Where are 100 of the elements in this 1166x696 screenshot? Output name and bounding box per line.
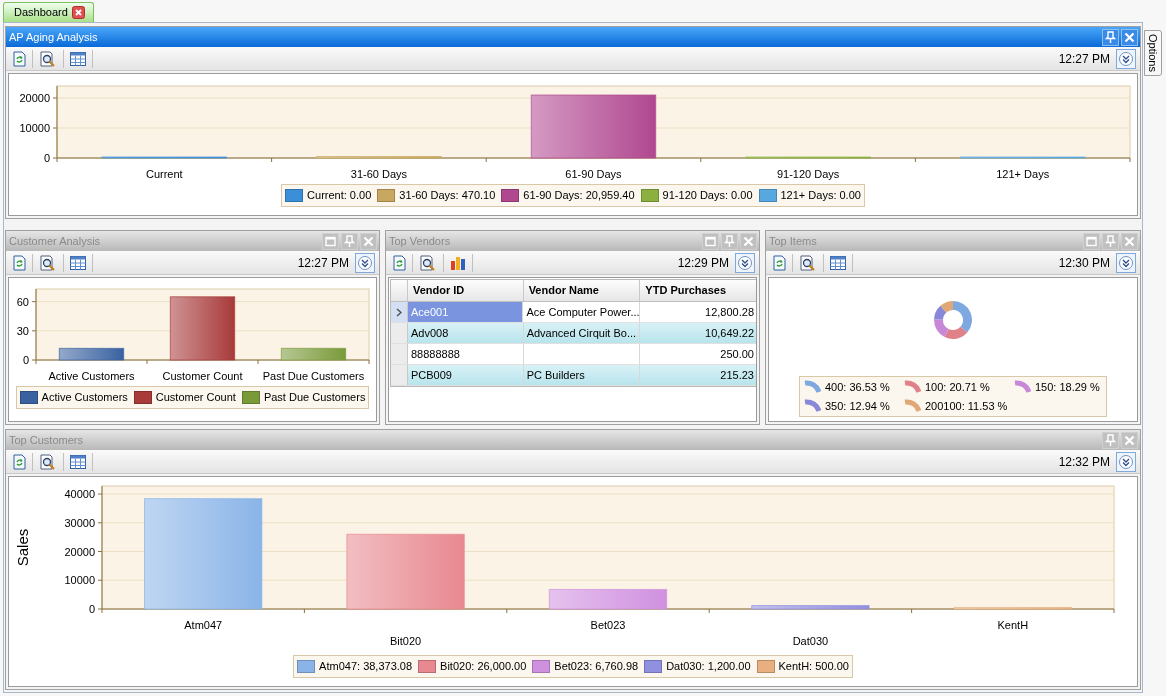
axis-category-label: 61-90 Days xyxy=(565,168,622,180)
axis-category-label: Bet023 xyxy=(590,619,626,631)
table-cell: Ace001 xyxy=(407,302,524,322)
column-header[interactable]: YTD Purchases xyxy=(640,280,756,301)
table-cell: 12,800.28 xyxy=(640,302,756,322)
legend-label: 61-90 Days: 20,959.40 xyxy=(523,188,635,203)
axis-category-label: Dat030 xyxy=(792,635,829,647)
legend-label: 400: 36.53 % xyxy=(825,380,890,395)
maximize-button[interactable] xyxy=(702,232,719,250)
panel-title: Top Customers xyxy=(9,432,84,448)
time-label: 12:27 PM xyxy=(297,254,349,272)
time-label: 12:32 PM xyxy=(1058,453,1110,471)
close-icon[interactable] xyxy=(71,6,85,19)
table-cell: Adv008 xyxy=(407,323,524,343)
axis-tick-label: 30 xyxy=(16,324,29,337)
bar xyxy=(169,296,236,361)
table-cell: 88888888 xyxy=(407,344,524,364)
pin-icon xyxy=(342,233,357,249)
maximize-button[interactable] xyxy=(322,232,339,250)
panel-title: Customer Analysis xyxy=(9,233,102,249)
legend-label: Past Due Customers xyxy=(263,390,366,405)
axis-tick-label: 0 xyxy=(43,152,50,164)
legend-label: 121+ Days: 0.00 xyxy=(780,188,861,203)
grid-icon[interactable] xyxy=(830,255,846,270)
close-button[interactable] xyxy=(1121,28,1138,46)
axis-tick-label: 40000 xyxy=(64,488,95,501)
refresh-icon[interactable] xyxy=(392,254,406,271)
time-label: 12:29 PM xyxy=(677,254,729,272)
bar xyxy=(280,347,347,361)
panel-title: AP Aging Analysis xyxy=(9,29,99,45)
axis-tick-label: 60 xyxy=(16,295,29,308)
print-preview-icon[interactable] xyxy=(419,254,437,271)
table-cell: Advanced Cirquit Bo... xyxy=(523,323,641,343)
legend-label: KentH: 500.00 xyxy=(778,659,849,674)
table-cell: Ace Computer Power... xyxy=(523,302,641,322)
row-header[interactable] xyxy=(391,302,408,322)
print-preview-icon[interactable] xyxy=(39,50,57,67)
grid-icon[interactable] xyxy=(70,454,86,469)
legend-label: 91-120 Days: 0.00 xyxy=(662,188,753,203)
refresh-icon[interactable] xyxy=(12,254,26,271)
legend-label: 200100: 11.53 % xyxy=(925,398,1008,414)
table-cell: 10,649.22 xyxy=(640,323,756,343)
axis-tick-label: 0 xyxy=(88,603,95,615)
dashboard-tab[interactable]: Dashboard xyxy=(3,2,94,22)
axis-tick-label: 0 xyxy=(22,354,29,366)
collapse-button[interactable] xyxy=(1116,48,1136,69)
axis-category-label: Current xyxy=(145,168,183,180)
refresh-icon[interactable] xyxy=(12,50,26,67)
collapse-button[interactable] xyxy=(1116,451,1136,472)
time-label: 12:27 PM xyxy=(1058,50,1110,68)
legend-label: Dat030: 1,200.00 xyxy=(666,659,751,674)
options-tab[interactable]: Options xyxy=(1144,30,1162,76)
axis-category-label: 91-120 Days xyxy=(776,168,840,180)
legend-label: Atm047: 38,373.08 xyxy=(319,659,413,674)
bar xyxy=(58,347,125,361)
axis-tick-label: 10000 xyxy=(19,122,50,134)
print-preview-icon[interactable] xyxy=(799,254,817,271)
collapse-button[interactable] xyxy=(355,252,375,273)
grid-icon[interactable] xyxy=(70,51,86,66)
grid-icon[interactable] xyxy=(70,255,86,270)
legend-label: Bet023: 6,760.98 xyxy=(554,659,639,674)
column-header[interactable]: Vendor Name xyxy=(523,280,641,301)
legend-label: Customer Count xyxy=(155,390,236,405)
axis-category-label: KentH xyxy=(997,619,1029,631)
refresh-icon[interactable] xyxy=(772,254,786,271)
maximize-button[interactable] xyxy=(1083,232,1100,250)
axis-tick-label: 10000 xyxy=(64,574,95,587)
legend-label: Active Customers xyxy=(41,390,128,405)
legend-label: 150: 18.29 % xyxy=(1035,380,1100,395)
axis-tick-label: 30000 xyxy=(64,516,95,529)
legend-label: 350: 12.94 % xyxy=(825,398,890,414)
collapse-button[interactable] xyxy=(1116,252,1136,273)
print-preview-icon[interactable] xyxy=(39,254,57,271)
pin-icon xyxy=(1103,432,1118,448)
pin-button[interactable] xyxy=(1102,28,1119,46)
row-pointer-icon xyxy=(395,307,402,317)
axis-title: Sales xyxy=(14,528,31,567)
pin-icon xyxy=(1103,29,1118,45)
table-cell: 215.23 xyxy=(640,365,756,385)
axis-category-label: Customer Count xyxy=(162,370,243,382)
axis-category-label: 121+ Days xyxy=(996,168,1050,180)
collapse-button[interactable] xyxy=(735,252,755,273)
axis-category-label: Past Due Customers xyxy=(262,370,365,382)
legend-label: Bit020: 26,000.00 xyxy=(440,659,527,674)
column-header[interactable]: Vendor ID xyxy=(407,280,524,301)
panel-title: Top Vendors xyxy=(389,233,452,249)
donut-slice xyxy=(934,305,947,320)
table-cell: PC Builders xyxy=(523,365,641,385)
legend-label: 31-60 Days: 470.10 xyxy=(399,188,496,203)
axis-category-label: Bit020 xyxy=(390,635,422,647)
refresh-icon[interactable] xyxy=(12,453,26,470)
pin-icon xyxy=(1103,233,1118,249)
axis-tick-label: 20000 xyxy=(64,545,95,558)
table-cell: PCB009 xyxy=(407,365,524,385)
pin-icon xyxy=(722,233,737,249)
axis-category-label: Active Customers xyxy=(48,370,135,382)
axis-tick-label: 20000 xyxy=(19,92,50,104)
bar-chart-icon[interactable] xyxy=(450,254,466,271)
print-preview-icon[interactable] xyxy=(39,453,57,470)
table-cell: 250.00 xyxy=(640,344,756,364)
